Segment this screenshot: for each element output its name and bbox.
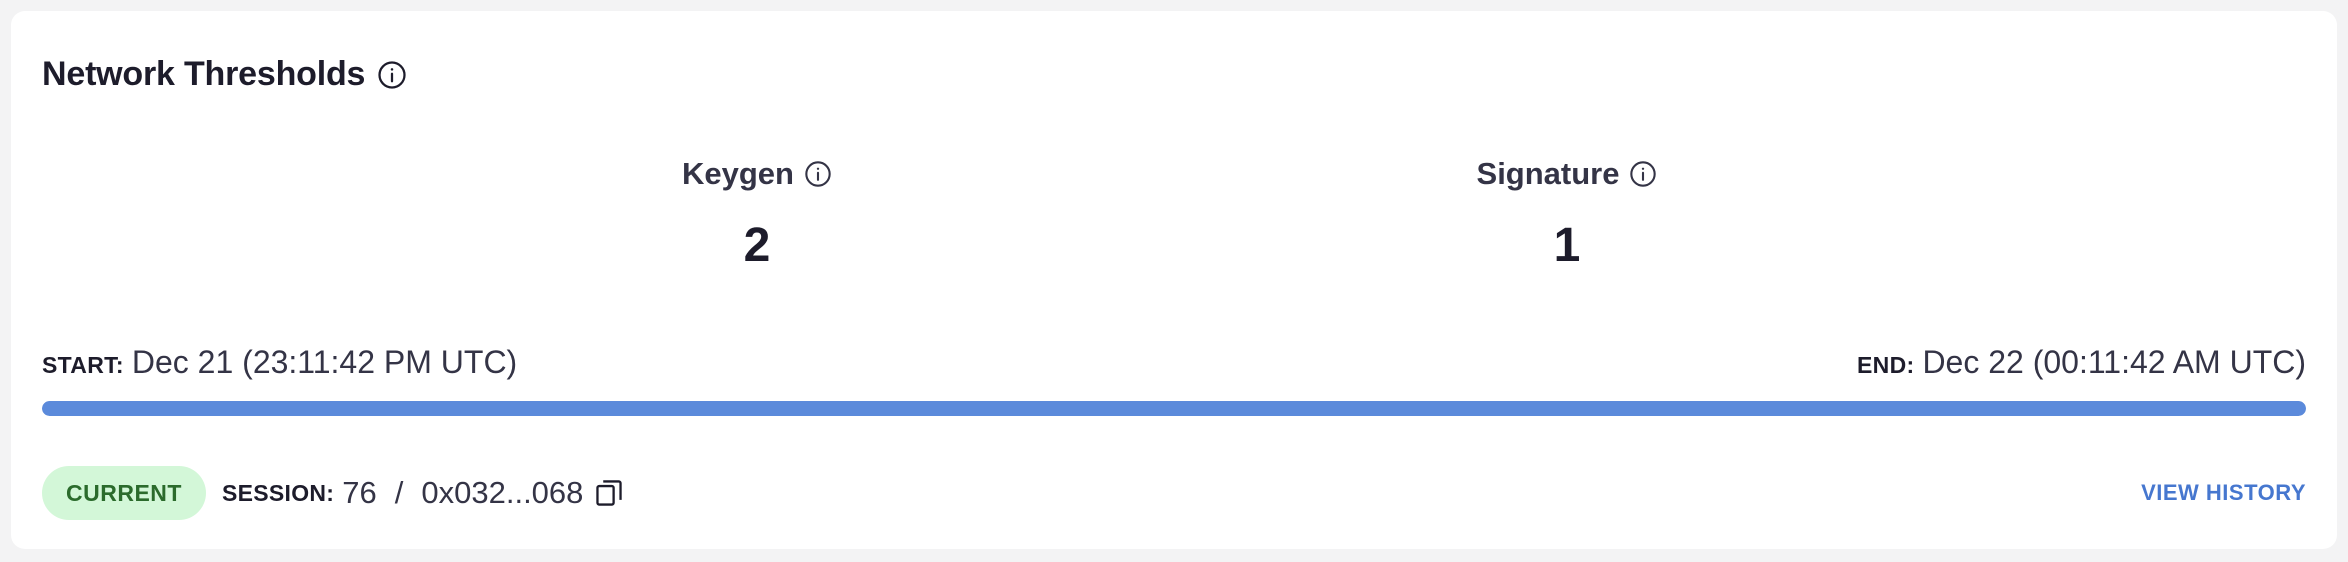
- signature-header: Signature: [1477, 156, 1658, 192]
- signature-stat: Signature 1: [1367, 156, 1767, 273]
- session-progress-bar: [42, 401, 2306, 416]
- keygen-label: Keygen: [682, 156, 794, 191]
- start-time: START: Dec 21 (23:11:42 PM UTC): [42, 344, 517, 381]
- keygen-header: Keygen: [682, 156, 832, 192]
- copy-icon[interactable]: [595, 478, 623, 508]
- time-range: START: Dec 21 (23:11:42 PM UTC) END: Dec…: [42, 344, 2306, 381]
- session-number: 76: [342, 475, 377, 510]
- start-value: Dec 21 (23:11:42 PM UTC): [131, 344, 518, 380]
- end-label: END:: [1857, 352, 1915, 378]
- view-history-link[interactable]: VIEW HISTORY: [2141, 480, 2306, 506]
- status-badge: CURRENT: [42, 466, 206, 520]
- card-header: Network Thresholds: [42, 55, 407, 94]
- session-separator: /: [394, 475, 404, 510]
- card-footer: CURRENT SESSION: 76 / 0x032...068 VIEW H…: [42, 466, 2306, 520]
- info-icon[interactable]: [377, 60, 407, 90]
- session-label: SESSION:: [221, 479, 335, 506]
- start-label: START:: [42, 352, 124, 378]
- session-hash: 0x032...068: [421, 475, 584, 510]
- progress-fill: [42, 401, 2306, 416]
- keygen-value: 2: [743, 219, 771, 272]
- signature-info-icon[interactable]: [1629, 160, 1657, 188]
- signature-label: Signature: [1476, 156, 1620, 191]
- network-thresholds-card: Network Thresholds Keygen 2 Signature 1 …: [11, 11, 2337, 549]
- keygen-info-icon[interactable]: [804, 160, 832, 188]
- card-title: Network Thresholds: [42, 55, 366, 93]
- end-time: END: Dec 22 (00:11:42 AM UTC): [1857, 344, 2306, 381]
- session-info: CURRENT SESSION: 76 / 0x032...068: [42, 466, 623, 520]
- end-value: Dec 22 (00:11:42 AM UTC): [1922, 344, 2306, 380]
- keygen-stat: Keygen 2: [557, 156, 957, 273]
- signature-value: 1: [1553, 219, 1581, 272]
